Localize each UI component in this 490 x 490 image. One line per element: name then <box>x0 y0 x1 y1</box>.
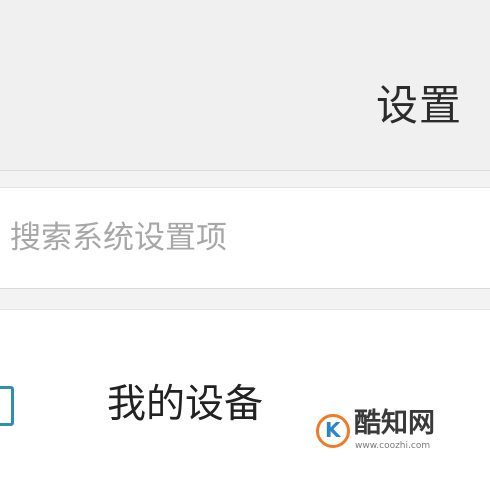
watermark-name: 酷知网 <box>354 408 435 439</box>
header-bar: 设置 <box>0 0 490 170</box>
search-box[interactable] <box>0 187 490 289</box>
watermark-url: www.coozhi.com <box>355 441 431 451</box>
device-icon <box>0 386 14 426</box>
page-title: 设置 <box>375 81 462 130</box>
list-item-label: 我的设备 <box>107 382 264 427</box>
settings-list: 我的设备 <box>0 309 490 490</box>
watermark: 酷知网 www.coozhi.com <box>316 408 446 456</box>
coozhi-logo-icon <box>316 414 350 448</box>
search-input[interactable] <box>10 216 470 260</box>
settings-screen: 设置 我的设备 酷知网 www.coozhi.com <box>0 0 490 490</box>
search-section <box>0 171 490 309</box>
